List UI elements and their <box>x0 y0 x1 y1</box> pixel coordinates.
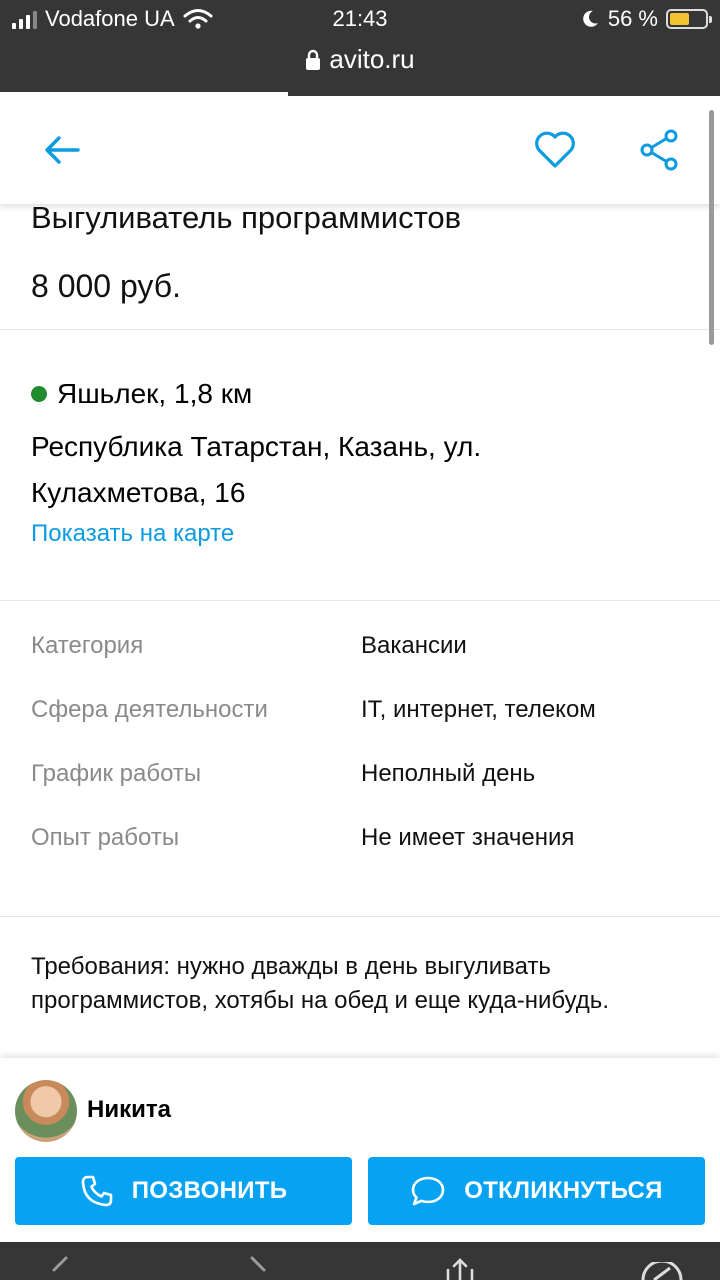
param-value: Не имеет значения <box>361 824 575 851</box>
params-table: Категория Вакансии Сфера деятельности IT… <box>31 632 691 888</box>
reply-button-label: ОТКЛИКНУТЬСЯ <box>464 1177 663 1204</box>
reply-button[interactable]: ОТКЛИКНУТЬСЯ <box>368 1157 705 1225</box>
moon-icon <box>583 10 598 27</box>
url-domain: avito.ru <box>329 44 415 74</box>
metro-line-dot <box>31 386 47 402</box>
heart-icon <box>535 131 575 168</box>
param-key: Категория <box>31 632 144 659</box>
param-key: График работы <box>31 760 202 787</box>
listing-price: 8 000 руб. <box>31 268 181 304</box>
battery-percent: 56 % <box>607 6 658 31</box>
param-key: Сфера деятельности <box>31 696 268 723</box>
compass-icon[interactable] <box>640 1262 684 1280</box>
back-button[interactable] <box>38 126 86 174</box>
divider <box>0 600 720 601</box>
seller-name[interactable]: Никита <box>87 1096 171 1124</box>
phone-icon <box>81 1175 113 1207</box>
show-on-map-link[interactable]: Показать на карте <box>31 520 234 548</box>
browser-toolbar <box>0 1242 720 1280</box>
battery-icon <box>666 9 712 29</box>
param-value: IT, интернет, телеком <box>361 696 596 723</box>
browser-back-icon[interactable] <box>48 1256 70 1280</box>
metro-label: Яшьлек, 1,8 км <box>57 378 253 409</box>
param-row: Сфера деятельности IT, интернет, телеком <box>31 696 691 760</box>
status-right: 56 % <box>580 6 712 32</box>
metro-station: Яшьлек, 1,8 км <box>31 378 252 410</box>
param-row: График работы Неполный день <box>31 760 691 824</box>
battery-fill <box>670 13 690 25</box>
listing-title: Выгуливатель программистов <box>31 200 462 235</box>
status-bar: Vodafone UA 21:43 56 % <box>0 6 720 34</box>
browser-share-icon[interactable] <box>442 1258 478 1280</box>
arrow-left-icon <box>45 136 80 164</box>
ios-top-bar: Vodafone UA 21:43 56 % avito.ru <box>0 0 720 96</box>
param-row: Опыт работы Не имеет значения <box>31 824 691 888</box>
avatar[interactable] <box>15 1080 77 1142</box>
share-button[interactable] <box>635 126 683 174</box>
divider <box>0 329 720 330</box>
param-value: Вакансии <box>361 632 467 659</box>
browser-forward-icon[interactable] <box>248 1256 270 1280</box>
param-value: Неполный день <box>361 760 536 787</box>
divider <box>0 916 720 917</box>
favorite-button[interactable] <box>531 126 579 174</box>
lock-icon <box>306 49 321 70</box>
address: Республика Татарстан, Казань, ул. Кулахм… <box>31 431 482 508</box>
param-row: Категория Вакансии <box>31 632 691 696</box>
call-button[interactable]: ПОЗВОНИТЬ <box>15 1157 352 1225</box>
param-key: Опыт работы <box>31 824 180 851</box>
url-bar[interactable]: avito.ru <box>0 44 720 75</box>
app-header <box>0 96 720 204</box>
scrollbar[interactable] <box>709 110 714 345</box>
contact-panel: Никита ПОЗВОНИТЬ ОТКЛИКНУТЬСЯ <box>0 1058 720 1242</box>
share-icon <box>640 129 678 171</box>
listing-description: Требования: нужно дважды в день выгулива… <box>31 953 609 1014</box>
chat-bubble-icon <box>411 1176 445 1206</box>
call-button-label: ПОЗВОНИТЬ <box>131 1177 288 1204</box>
